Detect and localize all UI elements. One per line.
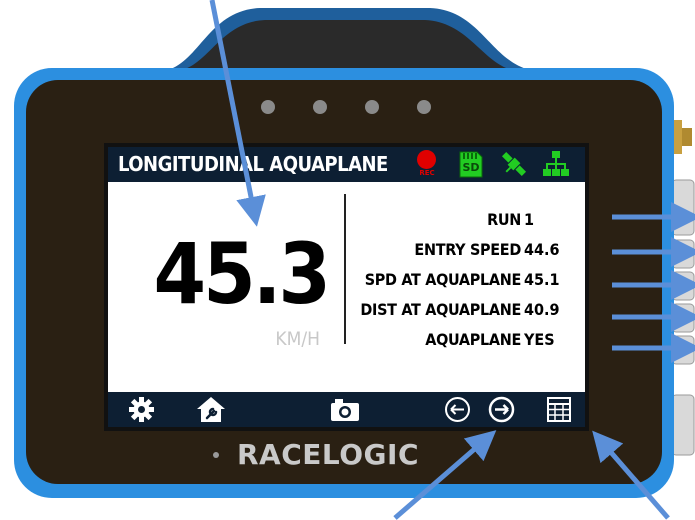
arrow-left-icon[interactable] — [444, 396, 471, 423]
speed-unit: KM/H — [275, 328, 320, 350]
sd-card-icon: SD — [459, 150, 483, 178]
result-key: DIST AT AQUAPLANE — [360, 300, 521, 319]
result-row-run: RUN 1 — [348, 210, 583, 234]
screen-content: 45.3 KM/H RUN 1 ENTRY SPEED 44.6 SPD AT … — [108, 182, 585, 392]
divider — [344, 194, 346, 344]
record-label: REC — [419, 169, 435, 177]
result-key: SPD AT AQUAPLANE — [364, 270, 522, 289]
result-row-dist-at-aquaplane: DIST AT AQUAPLANE 40.9 — [348, 300, 583, 324]
gear-icon[interactable] — [128, 396, 155, 423]
brand-logo: RACELOGIC — [237, 438, 420, 471]
network-icon — [543, 151, 569, 176]
record-status-icon: REC — [415, 150, 439, 180]
table-icon[interactable] — [546, 396, 572, 423]
speed-value: 45.3 — [153, 225, 331, 323]
result-value: 1 — [524, 210, 535, 229]
result-key: ENTRY SPEED — [414, 240, 521, 259]
result-key: RUN — [487, 210, 521, 229]
home-wrench-icon[interactable] — [196, 396, 226, 423]
camera-icon[interactable] — [330, 396, 360, 423]
result-value: 40.9 — [524, 300, 560, 319]
logo-dot — [213, 452, 219, 458]
sd-card-label: SD — [462, 161, 480, 174]
screen-title: LONGITUDINAL AQUAPLANE — [118, 152, 388, 176]
arrow-right-icon[interactable] — [488, 396, 515, 423]
result-row-aquaplane: AQUAPLANE YES — [348, 330, 583, 354]
result-row-entry-speed: ENTRY SPEED 44.6 — [348, 240, 583, 264]
device-screen: LONGITUDINAL AQUAPLANE REC SD 45.3 KM/H … — [108, 147, 585, 427]
result-key: AQUAPLANE — [425, 330, 521, 349]
screen-toolbar — [108, 392, 585, 427]
result-value: 45.1 — [524, 270, 560, 289]
result-value: 44.6 — [524, 240, 560, 259]
side-buttons — [671, 179, 695, 456]
screen-title-bar: LONGITUDINAL AQUAPLANE REC SD — [108, 147, 585, 182]
result-row-spd-at-aquaplane: SPD AT AQUAPLANE 45.1 — [348, 270, 583, 294]
satellite-icon — [501, 151, 527, 177]
result-value: YES — [524, 330, 555, 349]
